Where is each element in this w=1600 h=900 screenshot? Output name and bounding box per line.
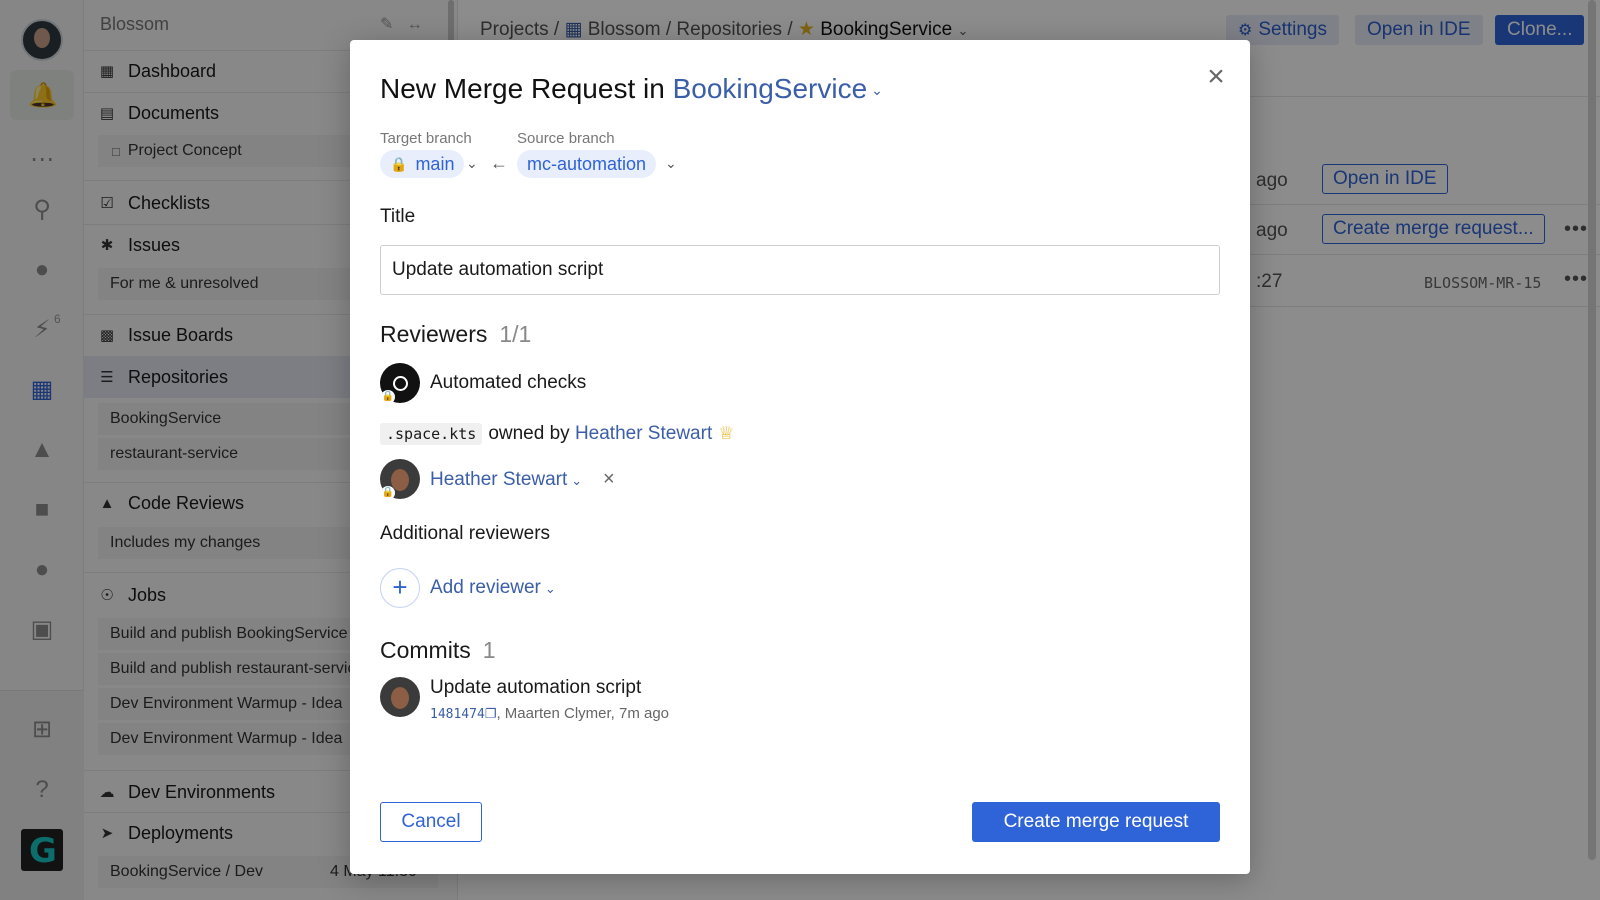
lock-icon: 🔒	[390, 155, 408, 172]
chevron-down-icon: ⌄	[544, 581, 556, 596]
repository-selector[interactable]: BookingService	[673, 73, 868, 104]
source-branch-chevron-icon[interactable]: ⌄	[665, 155, 677, 172]
source-branch-label: Source branch	[517, 130, 615, 147]
commits-heading: Commits 1	[380, 637, 496, 663]
cancel-button[interactable]: Cancel	[380, 802, 482, 842]
reviewer-selector[interactable]: Heather Stewart ⌄	[430, 469, 582, 491]
source-branch-pill[interactable]: mc-automation	[517, 150, 657, 178]
owner-link[interactable]: Heather Stewart	[575, 423, 712, 444]
automated-checks-label: Automated checks	[430, 372, 587, 393]
chevron-down-icon: ⌄	[571, 473, 583, 488]
new-merge-request-dialog: New Merge Request in BookingService ⌄ × T…	[350, 40, 1250, 874]
owner-file-chip: .space.kts	[380, 423, 483, 445]
commit-author-avatar	[380, 677, 420, 717]
target-branch-chevron-icon[interactable]: ⌄	[466, 155, 478, 172]
plus-icon[interactable]: +	[380, 568, 420, 608]
chevron-down-icon[interactable]: ⌄	[871, 82, 883, 98]
code-owner-line: .space.kts owned by Heather Stewart ♕	[380, 423, 734, 445]
add-reviewer-button[interactable]: Add reviewer ⌄	[430, 577, 556, 599]
target-branch-pill[interactable]: 🔒 main	[380, 150, 465, 178]
commit-hash[interactable]: 1481474	[430, 707, 485, 722]
reviewers-heading: Reviewers 1/1	[380, 321, 532, 347]
lock-icon: 🔒	[381, 486, 395, 500]
copy-icon[interactable]: ❐	[485, 706, 497, 721]
additional-reviewers-label: Additional reviewers	[380, 523, 551, 544]
dialog-title: New Merge Request in BookingService ⌄	[380, 73, 883, 104]
remove-reviewer-icon[interactable]: ×	[603, 468, 615, 491]
create-merge-request-button[interactable]: Create merge request	[972, 802, 1220, 842]
title-label: Title	[380, 206, 416, 227]
commit-message[interactable]: Update automation script	[430, 677, 641, 699]
commit-meta: 1481474❐, Maarten Clymer, 7m ago	[430, 705, 670, 722]
arrow-left-icon: ←	[490, 153, 508, 173]
title-input[interactable]	[380, 245, 1220, 295]
target-branch-label: Target branch	[380, 130, 472, 147]
lock-icon: 🔒	[381, 390, 395, 404]
close-icon[interactable]: ×	[1200, 62, 1232, 94]
crown-icon: ♕	[718, 423, 735, 443]
